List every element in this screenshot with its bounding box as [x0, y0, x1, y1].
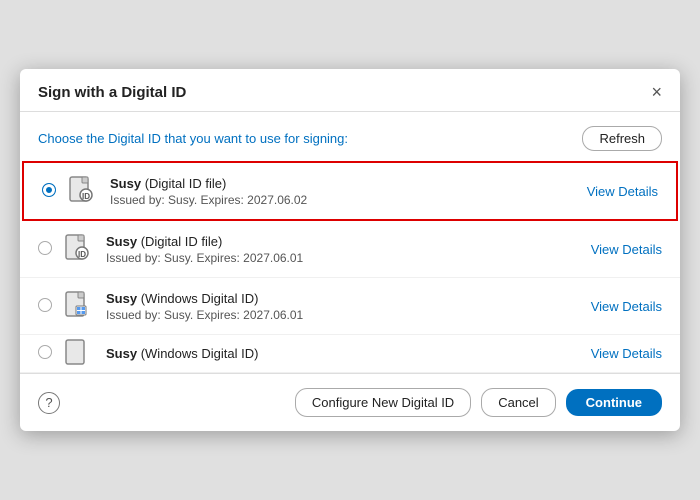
dialog-header: Sign with a Digital ID × — [20, 69, 680, 112]
radio-partial — [38, 345, 60, 362]
id-file-icon-1: ID — [64, 173, 100, 209]
id-list[interactable]: ID Susy (Digital ID file) Issued by: Sus… — [20, 161, 680, 373]
refresh-button[interactable]: Refresh — [582, 126, 662, 151]
id-file-icon-2: ID — [60, 231, 96, 267]
dialog-title: Sign with a Digital ID — [38, 84, 186, 101]
footer-left: ? — [38, 392, 60, 414]
radio-empty-icon-2 — [38, 241, 52, 255]
view-details-link-partial[interactable]: View Details — [591, 346, 662, 361]
id-info-partial: Susy (Windows Digital ID) — [106, 346, 581, 361]
id-item-2[interactable]: ID Susy (Digital ID file) Issued by: Sus… — [20, 221, 680, 278]
id-issued-1: Issued by: Susy. Expires: 2027.06.02 — [110, 193, 577, 207]
close-button[interactable]: × — [651, 83, 662, 101]
dialog-footer: ? Configure New Digital ID Cancel Contin… — [20, 373, 680, 431]
radio-1[interactable] — [42, 183, 64, 200]
continue-button[interactable]: Continue — [566, 389, 662, 416]
id-item-3[interactable]: Susy (Windows Digital ID) Issued by: Sus… — [20, 278, 680, 335]
id-icon-partial — [60, 336, 96, 372]
id-issued-2: Issued by: Susy. Expires: 2027.06.01 — [106, 251, 581, 265]
svg-text:ID: ID — [82, 192, 90, 201]
id-name-3: Susy (Windows Digital ID) — [106, 291, 581, 306]
id-info-2: Susy (Digital ID file) Issued by: Susy. … — [106, 234, 581, 265]
configure-new-digital-id-button[interactable]: Configure New Digital ID — [295, 388, 471, 417]
dialog-body: Choose the Digital ID that you want to u… — [20, 112, 680, 373]
id-windows-icon-3 — [60, 288, 96, 324]
view-details-link-2[interactable]: View Details — [591, 242, 662, 257]
view-details-link-1[interactable]: View Details — [587, 184, 658, 199]
radio-3[interactable] — [38, 298, 60, 315]
radio-2[interactable] — [38, 241, 60, 258]
id-info-1: Susy (Digital ID file) Issued by: Susy. … — [110, 176, 577, 207]
radio-empty-icon-3 — [38, 298, 52, 312]
id-issued-3: Issued by: Susy. Expires: 2027.06.01 — [106, 308, 581, 322]
id-name-partial: Susy (Windows Digital ID) — [106, 346, 581, 361]
radio-filled-icon — [42, 183, 56, 197]
id-item-partial: Susy (Windows Digital ID) View Details — [20, 335, 680, 373]
id-item-1[interactable]: ID Susy (Digital ID file) Issued by: Sus… — [22, 161, 678, 221]
radio-empty-icon-partial — [38, 345, 52, 359]
id-name-1: Susy (Digital ID file) — [110, 176, 577, 191]
cancel-button[interactable]: Cancel — [481, 388, 555, 417]
id-info-3: Susy (Windows Digital ID) Issued by: Sus… — [106, 291, 581, 322]
sign-digital-id-dialog: Sign with a Digital ID × Choose the Digi… — [20, 69, 680, 431]
subtitle-text: Choose the Digital ID that you want to u… — [38, 131, 348, 146]
help-button[interactable]: ? — [38, 392, 60, 414]
view-details-link-3[interactable]: View Details — [591, 299, 662, 314]
id-name-2: Susy (Digital ID file) — [106, 234, 581, 249]
subtitle-row: Choose the Digital ID that you want to u… — [20, 126, 680, 161]
svg-text:ID: ID — [78, 250, 86, 259]
